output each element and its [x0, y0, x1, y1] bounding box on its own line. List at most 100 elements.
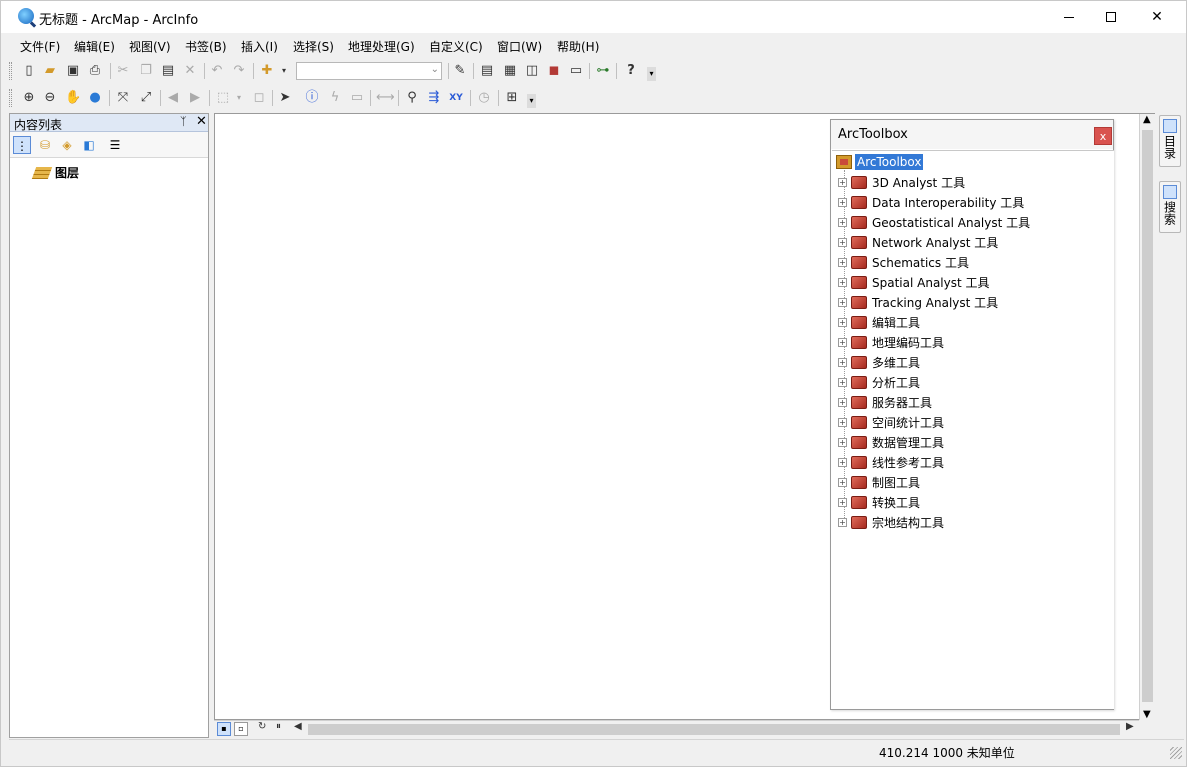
search-window-icon[interactable]: ◫: [524, 63, 540, 79]
save-icon[interactable]: ▣: [65, 63, 81, 79]
toolbox-item[interactable]: +3D Analyst 工具: [838, 173, 965, 191]
arctoolbox-icon[interactable]: ◼: [546, 63, 562, 79]
menu-edit[interactable]: 编辑(E): [74, 38, 115, 55]
editor-toolbar-icon[interactable]: ✎: [452, 63, 468, 79]
expand-icon[interactable]: +: [838, 297, 847, 307]
expand-icon[interactable]: +: [838, 377, 847, 387]
menu-insert[interactable]: 插入(I): [241, 38, 278, 55]
paste-icon[interactable]: ▤: [160, 63, 176, 79]
cut-icon[interactable]: ✂: [115, 63, 131, 79]
refresh-icon[interactable]: ↻: [258, 721, 266, 732]
expand-icon[interactable]: +: [838, 357, 847, 367]
toolbox-item[interactable]: + 宗地结构工具: [838, 513, 944, 531]
menu-selection[interactable]: 选择(S): [293, 38, 334, 55]
menu-bookmarks[interactable]: 书签(B): [185, 38, 227, 55]
back-icon[interactable]: ◀: [165, 90, 181, 106]
toolbox-item[interactable]: + Tracking Analyst 工具: [838, 293, 998, 311]
full-extent-icon[interactable]: ●: [87, 90, 103, 106]
toolbox-item[interactable]: + Network Analyst 工具: [838, 233, 998, 251]
toolbox-item[interactable]: + 线性参考工具: [838, 453, 944, 471]
toc-close-icon[interactable]: ✕: [196, 114, 207, 129]
arctoolbox-header[interactable]: ArcToolbox x: [831, 120, 1113, 149]
toc-options-icon[interactable]: ☰: [106, 136, 124, 154]
menu-file[interactable]: 文件(F): [20, 38, 60, 55]
toolbox-item[interactable]: + 数据管理工具: [838, 433, 944, 451]
magnifier-icon[interactable]: ⊞: [504, 90, 520, 106]
identify-icon[interactable]: ⓘ: [304, 90, 320, 106]
toolbox-item[interactable]: + 转换工具: [838, 493, 920, 511]
toolbox-item[interactable]: + 分析工具: [838, 373, 920, 391]
open-folder-icon[interactable]: ▰: [42, 63, 58, 79]
search-tab[interactable]: 搜索: [1159, 181, 1181, 233]
map-scale-dropdown[interactable]: ⌄: [296, 62, 442, 80]
toolbar-options-icon[interactable]: ▾: [527, 94, 536, 108]
fixed-zoom-out-icon[interactable]: ⤢: [138, 90, 154, 106]
horizontal-scroll-thumb[interactable]: [308, 724, 1120, 735]
expand-icon[interactable]: +: [838, 417, 847, 427]
list-by-drawing-order-icon[interactable]: ⋮: [13, 136, 31, 154]
delete-icon[interactable]: ✕: [182, 63, 198, 79]
toolbox-item[interactable]: + 编辑工具: [838, 313, 920, 331]
maximize-button[interactable]: [1088, 1, 1134, 33]
expand-icon[interactable]: +: [838, 517, 847, 527]
add-data-icon[interactable]: ✚: [259, 63, 275, 79]
python-icon[interactable]: ▭: [568, 63, 584, 79]
toolbar-options-icon[interactable]: ▾: [647, 67, 656, 81]
map-vertical-scrollbar[interactable]: ▲ ▼: [1139, 114, 1155, 720]
expand-icon[interactable]: +: [838, 317, 847, 327]
toolbox-item[interactable]: + 多维工具: [838, 353, 920, 371]
arctoolbox-close-button[interactable]: x: [1094, 127, 1112, 145]
catalog-window-icon[interactable]: ▦: [502, 63, 518, 79]
pan-icon[interactable]: ✋: [65, 90, 81, 106]
toolbox-item[interactable]: + 地理编码工具: [838, 333, 944, 351]
expand-icon[interactable]: +: [838, 497, 847, 507]
scroll-up-icon[interactable]: ▲: [1143, 114, 1151, 125]
toolbox-item[interactable]: + 服务器工具: [838, 393, 932, 411]
menu-windows[interactable]: 窗口(W): [497, 38, 542, 55]
resize-grip-icon[interactable]: [1170, 747, 1182, 759]
find-icon[interactable]: ⚲: [404, 90, 420, 106]
expand-icon[interactable]: +: [838, 437, 847, 447]
list-by-source-icon[interactable]: ⛁: [36, 136, 54, 154]
select-features-icon[interactable]: ⬚: [215, 90, 231, 106]
copy-icon[interactable]: ❐: [138, 63, 154, 79]
fixed-zoom-in-icon[interactable]: ⤧: [115, 90, 131, 106]
close-button[interactable]: ✕: [1134, 1, 1180, 33]
measure-icon[interactable]: ⟷: [376, 90, 395, 106]
zoom-out-icon[interactable]: ⊖: [42, 90, 58, 106]
layout-view-button[interactable]: ▫: [234, 722, 248, 736]
print-icon[interactable]: ⎙: [87, 63, 103, 79]
toc-window-icon[interactable]: ▤: [479, 63, 495, 79]
expand-icon[interactable]: +: [838, 217, 847, 227]
expand-icon[interactable]: +: [838, 337, 847, 347]
pin-icon[interactable]: ᛉ: [180, 115, 187, 128]
undo-icon[interactable]: ↶: [209, 63, 225, 79]
toolbox-item[interactable]: + 空间统计工具: [838, 413, 944, 431]
select-elements-icon[interactable]: ➤: [277, 90, 293, 106]
toolbox-item[interactable]: + Schematics 工具: [838, 253, 969, 271]
forward-icon[interactable]: ▶: [187, 90, 203, 106]
clear-selection-icon[interactable]: ◻: [251, 90, 267, 106]
list-by-visibility-icon[interactable]: ◈: [58, 136, 76, 154]
menu-view[interactable]: 视图(V): [129, 38, 171, 55]
minimize-button[interactable]: [1046, 1, 1092, 33]
pause-drawing-icon[interactable]: ⏸: [276, 721, 281, 732]
model-builder-icon[interactable]: ⊶: [595, 63, 611, 79]
scroll-thumb[interactable]: [1142, 130, 1153, 702]
scroll-left-icon[interactable]: ◀: [294, 721, 302, 732]
expand-icon[interactable]: +: [838, 197, 847, 207]
list-by-selection-icon[interactable]: ◧: [80, 136, 98, 154]
toolbox-item[interactable]: + Geostatistical Analyst 工具: [838, 213, 1030, 231]
expand-icon[interactable]: +: [838, 237, 847, 247]
html-popup-icon[interactable]: ▭: [349, 90, 365, 106]
expand-icon[interactable]: +: [838, 257, 847, 267]
toolbox-item[interactable]: + Data Interoperability 工具: [838, 193, 1024, 211]
scroll-right-icon[interactable]: ▶: [1126, 721, 1134, 732]
menu-customize[interactable]: 自定义(C): [429, 38, 483, 55]
select-features-dropdown-icon[interactable]: ▾: [231, 90, 247, 106]
expand-icon[interactable]: +: [838, 477, 847, 487]
toolbox-item[interactable]: + Spatial Analyst 工具: [838, 273, 990, 291]
whats-this-icon[interactable]: ?: [623, 63, 639, 79]
menu-help[interactable]: 帮助(H): [557, 38, 599, 55]
toolbox-item[interactable]: + 制图工具: [838, 473, 920, 491]
